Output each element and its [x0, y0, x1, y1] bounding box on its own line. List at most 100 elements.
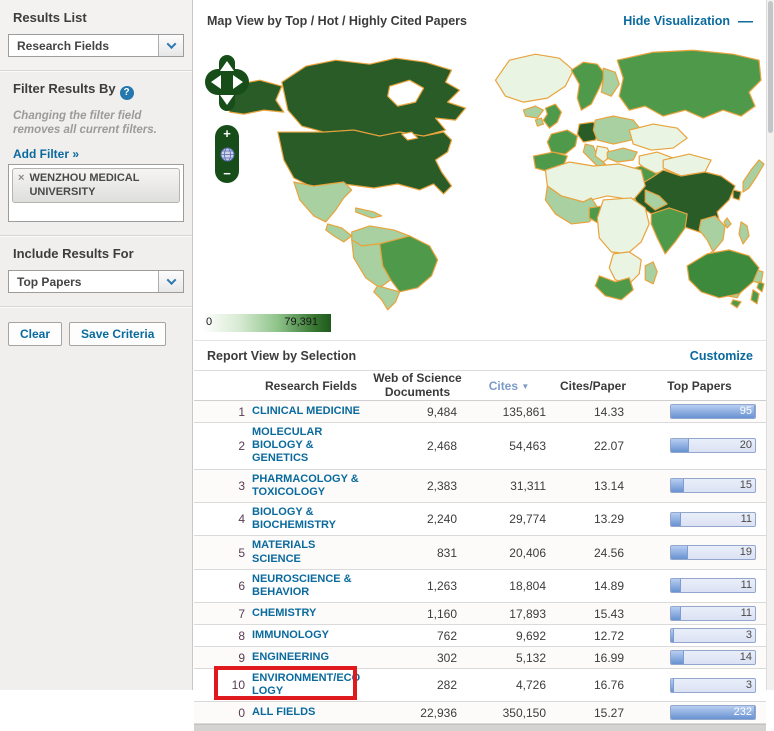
rank-cell: 5 [194, 546, 252, 560]
top-papers-value: 14 [740, 651, 752, 664]
remove-filter-icon[interactable]: × [18, 172, 24, 185]
filter-tag-label: WENZHOU MEDICAL UNIVERSITY [29, 172, 173, 198]
cites-per-paper-cell: 22.07 [553, 439, 633, 453]
top-papers-bar: 11 [670, 512, 756, 527]
table-row: 8 IMMUNOLOGY 762 9,692 12.72 3 [194, 625, 766, 647]
add-filter-link[interactable]: Add Filter » [13, 147, 79, 161]
pan-control[interactable] [204, 54, 250, 112]
hide-visualization-label: Hide Visualization [623, 14, 730, 28]
legend-max-value: 79,391 [284, 316, 318, 328]
esi-app-window: Results List Research Fields Filter Resu… [0, 0, 774, 690]
dropdown-button[interactable] [158, 271, 183, 292]
map-controls: + − [204, 54, 250, 183]
rank-cell: 4 [194, 512, 252, 526]
top-papers-bar: 15 [670, 478, 756, 493]
research-field-link[interactable]: PHARMACOLOGY & TOXICOLOGY [252, 473, 370, 499]
table-row: 3 PHARMACOLOGY & TOXICOLOGY 2,383 31,311… [194, 470, 766, 503]
documents-cell: 762 [370, 629, 465, 643]
sort-descending-icon: ▼ [521, 382, 529, 391]
table-row: 6 NEUROSCIENCE & BEHAVIOR 1,263 18,804 1… [194, 570, 766, 603]
map-countries [224, 50, 764, 310]
cites-per-paper-cell: 13.29 [553, 512, 633, 526]
rank-cell: 2 [194, 439, 252, 453]
table-row: 4 BIOLOGY & BIOCHEMISTRY 2,240 29,774 13… [194, 503, 766, 536]
globe-icon[interactable] [220, 147, 235, 162]
research-field-link[interactable]: ENGINEERING [252, 651, 370, 664]
rank-cell: 7 [194, 607, 252, 621]
zoom-out-icon[interactable]: − [223, 168, 231, 180]
top-papers-cell: 14 [633, 650, 766, 665]
help-icon[interactable]: ? [120, 86, 134, 100]
customize-link[interactable]: Customize [690, 349, 753, 363]
table-row: 10 ENVIRONMENT/ECOLOGY 282 4,726 16.76 3 [194, 669, 766, 702]
table-row: 5 MATERIALS SCIENCE 831 20,406 24.56 19 [194, 536, 766, 569]
include-results-dropdown[interactable]: Top Papers [8, 270, 184, 293]
cites-cell: 29,774 [465, 512, 553, 526]
cites-per-paper-cell: 16.99 [553, 651, 633, 665]
results-list-section: Results List Research Fields [0, 0, 192, 71]
top-papers-bar-fill [671, 439, 689, 452]
cites-per-paper-cell: 14.89 [553, 579, 633, 593]
research-field-link[interactable]: MOLECULAR BIOLOGY & GENETICS [252, 426, 370, 466]
documents-cell: 22,936 [370, 706, 465, 720]
documents-cell: 1,263 [370, 579, 465, 593]
results-list-dropdown-value: Research Fields [9, 39, 109, 53]
top-papers-cell: 95 [633, 404, 766, 419]
results-list-dropdown[interactable]: Research Fields [8, 34, 184, 57]
top-papers-bar: 3 [670, 628, 756, 643]
rank-cell: 6 [194, 579, 252, 593]
cites-per-paper-cell: 15.27 [553, 706, 633, 720]
cites-column-header[interactable]: Cites ▼ [465, 379, 553, 393]
table-body: 1 CLINICAL MEDICINE 9,484 135,861 14.33 … [194, 401, 766, 724]
main-panel: Map View by Top / Hot / Highly Cited Pap… [194, 0, 766, 690]
top-papers-bar-fill [671, 607, 681, 620]
report-panel-title: Report View by Selection [207, 349, 356, 363]
research-field-link[interactable]: ALL FIELDS [252, 706, 370, 719]
table-header-row: Research Fields Web of Science Documents… [194, 371, 766, 401]
top-papers-cell: 3 [633, 628, 766, 643]
top-papers-cell: 3 [633, 678, 766, 693]
top-papers-value: 232 [734, 706, 752, 719]
research-field-link[interactable]: BIOLOGY & BIOCHEMISTRY [252, 506, 370, 532]
research-field-link[interactable]: CHEMISTRY [252, 607, 370, 620]
vertical-scrollbar[interactable] [766, 0, 774, 690]
research-field-link[interactable]: NEUROSCIENCE & BEHAVIOR [252, 573, 370, 599]
include-results-dropdown-value: Top Papers [9, 275, 81, 289]
filter-box[interactable]: × WENZHOU MEDICAL UNIVERSITY [8, 164, 184, 222]
zoom-in-icon[interactable]: + [223, 128, 231, 140]
save-criteria-button[interactable]: Save Criteria [69, 322, 166, 346]
dropdown-button[interactable] [158, 35, 183, 56]
top-papers-cell: 11 [633, 512, 766, 527]
scrollbar-thumb[interactable] [768, 1, 773, 133]
sidebar: Results List Research Fields Filter Resu… [0, 0, 193, 690]
chevron-down-icon [166, 39, 176, 49]
research-field-link[interactable]: IMMUNOLOGY [252, 629, 370, 642]
top-papers-bar: 3 [670, 678, 756, 693]
top-papers-bar-fill [671, 651, 684, 664]
zoom-control[interactable]: + − [215, 125, 239, 183]
documents-cell: 2,383 [370, 479, 465, 493]
field-column-header: Research Fields [252, 379, 370, 393]
cites-header-label: Cites [489, 379, 518, 393]
include-results-heading: Include Results For [8, 246, 184, 261]
table-row: 1 CLINICAL MEDICINE 9,484 135,861 14.33 … [194, 401, 766, 423]
cites-per-paper-cell: 14.33 [553, 405, 633, 419]
cites-cell: 18,804 [465, 579, 553, 593]
rank-cell: 9 [194, 651, 252, 665]
research-field-link[interactable]: ENVIRONMENT/ECOLOGY [252, 672, 370, 698]
research-field-link[interactable]: CLINICAL MEDICINE [252, 405, 370, 418]
rank-cell: 10 [194, 678, 252, 692]
filter-tag: × WENZHOU MEDICAL UNIVERSITY [12, 168, 180, 202]
top-papers-bar-fill [671, 546, 688, 559]
bottom-strip [194, 724, 766, 731]
top-papers-value: 3 [746, 629, 752, 642]
research-field-link[interactable]: MATERIALS SCIENCE [252, 539, 370, 565]
rank-cell: 3 [194, 479, 252, 493]
top-papers-value: 15 [740, 479, 752, 492]
cites-cell: 5,132 [465, 651, 553, 665]
table-row: 2 MOLECULAR BIOLOGY & GENETICS 2,468 54,… [194, 423, 766, 470]
cites-per-paper-cell: 13.14 [553, 479, 633, 493]
world-map[interactable]: + − [194, 42, 766, 312]
hide-visualization-link[interactable]: Hide Visualization — [623, 14, 753, 29]
clear-button[interactable]: Clear [8, 322, 62, 346]
